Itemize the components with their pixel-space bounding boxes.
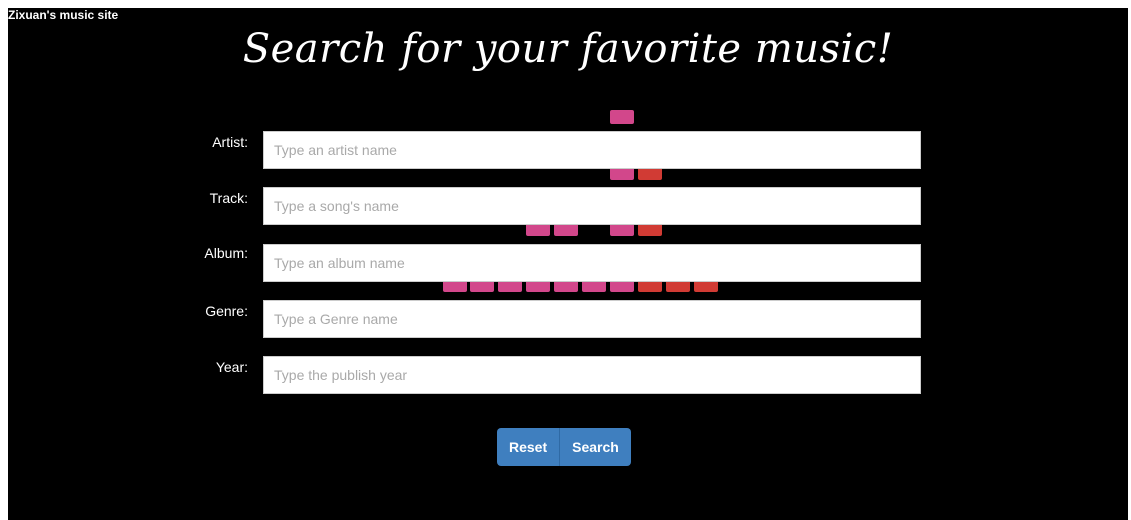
track-label: Track: (209, 190, 248, 206)
background-stage: Zixuan's music site Search for your favo… (8, 8, 1128, 520)
album-input[interactable] (263, 244, 921, 282)
artist-row: Artist: (8, 131, 1128, 169)
page-heading: Search for your favorite music! (242, 26, 894, 72)
year-label: Year: (215, 359, 248, 375)
reset-button[interactable]: Reset (497, 428, 560, 466)
year-row: Year: (8, 356, 1128, 394)
search-button[interactable]: Search (559, 428, 631, 466)
form-button-group: Reset Search (497, 428, 631, 466)
track-row: Track: (8, 187, 1128, 225)
artist-input[interactable] (263, 131, 921, 169)
genre-label: Genre: (205, 303, 248, 319)
album-row: Album: (8, 244, 1128, 282)
album-label: Album: (204, 245, 248, 261)
equalizer-block (610, 110, 634, 124)
year-input[interactable] (263, 356, 921, 394)
genre-row: Genre: (8, 300, 1128, 338)
artist-label: Artist: (212, 134, 248, 150)
genre-input[interactable] (263, 300, 921, 338)
site-title: Zixuan's music site (8, 8, 119, 22)
track-input[interactable] (263, 187, 921, 225)
